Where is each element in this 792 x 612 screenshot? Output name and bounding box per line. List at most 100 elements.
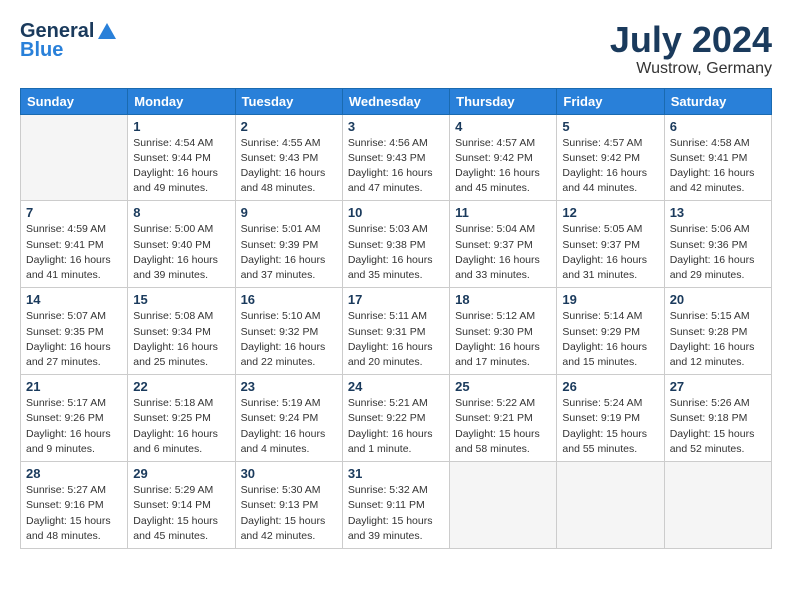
cell-date: 21 — [26, 379, 122, 394]
logo: General Blue — [20, 20, 118, 62]
table-row: 23Sunrise: 5:19 AMSunset: 9:24 PMDayligh… — [235, 375, 342, 462]
cell-info: Sunrise: 5:03 AMSunset: 9:38 PMDaylight:… — [348, 222, 444, 283]
cell-date: 15 — [133, 292, 229, 307]
cell-info: Sunrise: 4:59 AMSunset: 9:41 PMDaylight:… — [26, 222, 122, 283]
table-row: 17 Sunrise: 5:11 AMSunset: 9:31 PMDayligh… — [342, 288, 449, 375]
cell-info: Sunrise: 4:57 AMSunset: 9:42 PMDaylight:… — [455, 136, 551, 197]
title-month: July 2024 — [610, 20, 772, 60]
cell-info: Sunrise: 5:04 AMSunset: 9:37 PMDaylight:… — [455, 222, 551, 283]
col-friday: Friday — [557, 88, 664, 114]
table-row: 15 Sunrise: 5:08 AMSunset: 9:34 PMDayligh… — [128, 288, 235, 375]
table-row: 21 Sunrise: 5:17 AMSunset: 9:26 PMDayligh… — [21, 375, 128, 462]
cell-date: 20 — [670, 292, 766, 307]
table-row: 4Sunrise: 4:57 AMSunset: 9:42 PMDaylight… — [450, 114, 557, 201]
table-row: 8 Sunrise: 5:00 AMSunset: 9:40 PMDaylight… — [128, 201, 235, 288]
table-row: 12 Sunrise: 5:05 AMSunset: 9:37 PMDayligh… — [557, 201, 664, 288]
cell-date: 22 — [133, 379, 229, 394]
calendar: Sunday Monday Tuesday Wednesday Thursday… — [20, 88, 772, 549]
page: General Blue July 2024 Wustrow, Germany … — [0, 0, 792, 612]
table-row: 24 Sunrise: 5:21 AMSunset: 9:22 PMDayligh… — [342, 375, 449, 462]
table-row: 16 Sunrise: 5:10 AMSunset: 9:32 PMDayligh… — [235, 288, 342, 375]
table-row: 19Sunrise: 5:14 AMSunset: 9:29 PMDayligh… — [557, 288, 664, 375]
col-saturday: Saturday — [664, 88, 771, 114]
cell-date: 6 — [670, 119, 766, 134]
cell-info: Sunrise: 5:21 AMSunset: 9:22 PMDaylight:… — [348, 396, 444, 457]
cell-info: Sunrise: 5:08 AMSunset: 9:34 PMDaylight:… — [133, 309, 229, 370]
cell-date: 9 — [241, 205, 337, 220]
table-row: 22 Sunrise: 5:18 AMSunset: 9:25 PMDayligh… — [128, 375, 235, 462]
cell-info: Sunrise: 5:29 AMSunset: 9:14 PMDaylight:… — [133, 483, 229, 544]
title-location: Wustrow, Germany — [610, 60, 772, 78]
table-row — [664, 462, 771, 549]
table-row: 18 Sunrise: 5:12 AMSunset: 9:30 PMDayligh… — [450, 288, 557, 375]
col-monday: Monday — [128, 88, 235, 114]
cell-date: 11 — [455, 205, 551, 220]
cell-date: 12 — [562, 205, 658, 220]
cell-date: 23 — [241, 379, 337, 394]
cell-info: Sunrise: 5:17 AMSunset: 9:26 PMDaylight:… — [26, 396, 122, 457]
cell-date: 26 — [562, 379, 658, 394]
cell-info: Sunrise: 5:18 AMSunset: 9:25 PMDaylight:… — [133, 396, 229, 457]
table-row: 31 Sunrise: 5:32 AMSunset: 9:11 PMDayligh… — [342, 462, 449, 549]
calendar-week-row: 14 Sunrise: 5:07 AMSunset: 9:35 PMDayligh… — [21, 288, 772, 375]
cell-info: Sunrise: 4:54 AMSunset: 9:44 PMDaylight:… — [133, 136, 229, 197]
cell-date: 8 — [133, 205, 229, 220]
cell-date: 2 — [241, 119, 337, 134]
cell-info: Sunrise: 5:12 AMSunset: 9:30 PMDaylight:… — [455, 309, 551, 370]
table-row: 10Sunrise: 5:03 AMSunset: 9:38 PMDayligh… — [342, 201, 449, 288]
cell-info: Sunrise: 5:26 AMSunset: 9:18 PMDaylight:… — [670, 396, 766, 457]
cell-date: 1 — [133, 119, 229, 134]
cell-info: Sunrise: 5:32 AMSunset: 9:11 PMDaylight:… — [348, 483, 444, 544]
title-section: July 2024 Wustrow, Germany — [610, 20, 772, 78]
col-tuesday: Tuesday — [235, 88, 342, 114]
cell-date: 3 — [348, 119, 444, 134]
calendar-week-row: 1 Sunrise: 4:54 AMSunset: 9:44 PMDaylight… — [21, 114, 772, 201]
table-row: 7 Sunrise: 4:59 AMSunset: 9:41 PMDaylight… — [21, 201, 128, 288]
cell-info: Sunrise: 5:14 AMSunset: 9:29 PMDaylight:… — [562, 309, 658, 370]
table-row: 28 Sunrise: 5:27 AMSunset: 9:16 PMDayligh… — [21, 462, 128, 549]
table-row — [21, 114, 128, 201]
cell-date: 29 — [133, 466, 229, 481]
col-thursday: Thursday — [450, 88, 557, 114]
table-row — [557, 462, 664, 549]
table-row: 13Sunrise: 5:06 AMSunset: 9:36 PMDayligh… — [664, 201, 771, 288]
cell-info: Sunrise: 5:01 AMSunset: 9:39 PMDaylight:… — [241, 222, 337, 283]
table-row: 20 Sunrise: 5:15 AMSunset: 9:28 PMDayligh… — [664, 288, 771, 375]
cell-info: Sunrise: 5:00 AMSunset: 9:40 PMDaylight:… — [133, 222, 229, 283]
cell-date: 28 — [26, 466, 122, 481]
cell-info: Sunrise: 5:11 AMSunset: 9:31 PMDaylight:… — [348, 309, 444, 370]
cell-info: Sunrise: 5:27 AMSunset: 9:16 PMDaylight:… — [26, 483, 122, 544]
cell-date: 14 — [26, 292, 122, 307]
cell-date: 25 — [455, 379, 551, 394]
cell-info: Sunrise: 5:05 AMSunset: 9:37 PMDaylight:… — [562, 222, 658, 283]
cell-info: Sunrise: 5:10 AMSunset: 9:32 PMDaylight:… — [241, 309, 337, 370]
table-row: 29 Sunrise: 5:29 AMSunset: 9:14 PMDayligh… — [128, 462, 235, 549]
table-row: 6 Sunrise: 4:58 AMSunset: 9:41 PMDaylight… — [664, 114, 771, 201]
cell-date: 24 — [348, 379, 444, 394]
cell-info: Sunrise: 5:15 AMSunset: 9:28 PMDaylight:… — [670, 309, 766, 370]
col-sunday: Sunday — [21, 88, 128, 114]
cell-info: Sunrise: 4:58 AMSunset: 9:41 PMDaylight:… — [670, 136, 766, 197]
col-wednesday: Wednesday — [342, 88, 449, 114]
cell-date: 17 — [348, 292, 444, 307]
table-row: 9 Sunrise: 5:01 AMSunset: 9:39 PMDaylight… — [235, 201, 342, 288]
table-row: 11 Sunrise: 5:04 AMSunset: 9:37 PMDayligh… — [450, 201, 557, 288]
cell-date: 31 — [348, 466, 444, 481]
cell-info: Sunrise: 5:07 AMSunset: 9:35 PMDaylight:… — [26, 309, 122, 370]
table-row: 5Sunrise: 4:57 AMSunset: 9:42 PMDaylight… — [557, 114, 664, 201]
table-row: 2Sunrise: 4:55 AMSunset: 9:43 PMDaylight… — [235, 114, 342, 201]
cell-info: Sunrise: 5:22 AMSunset: 9:21 PMDaylight:… — [455, 396, 551, 457]
table-row: 30 Sunrise: 5:30 AMSunset: 9:13 PMDayligh… — [235, 462, 342, 549]
cell-info: Sunrise: 4:56 AMSunset: 9:43 PMDaylight:… — [348, 136, 444, 197]
cell-info: Sunrise: 5:24 AMSunset: 9:19 PMDaylight:… — [562, 396, 658, 457]
table-row: 27 Sunrise: 5:26 AMSunset: 9:18 PMDayligh… — [664, 375, 771, 462]
cell-date: 7 — [26, 205, 122, 220]
calendar-week-row: 28 Sunrise: 5:27 AMSunset: 9:16 PMDayligh… — [21, 462, 772, 549]
cell-date: 27 — [670, 379, 766, 394]
cell-date: 18 — [455, 292, 551, 307]
cell-date: 30 — [241, 466, 337, 481]
cell-date: 16 — [241, 292, 337, 307]
table-row: 14 Sunrise: 5:07 AMSunset: 9:35 PMDayligh… — [21, 288, 128, 375]
cell-info: Sunrise: 5:30 AMSunset: 9:13 PMDaylight:… — [241, 483, 337, 544]
logo-icon — [96, 21, 118, 43]
